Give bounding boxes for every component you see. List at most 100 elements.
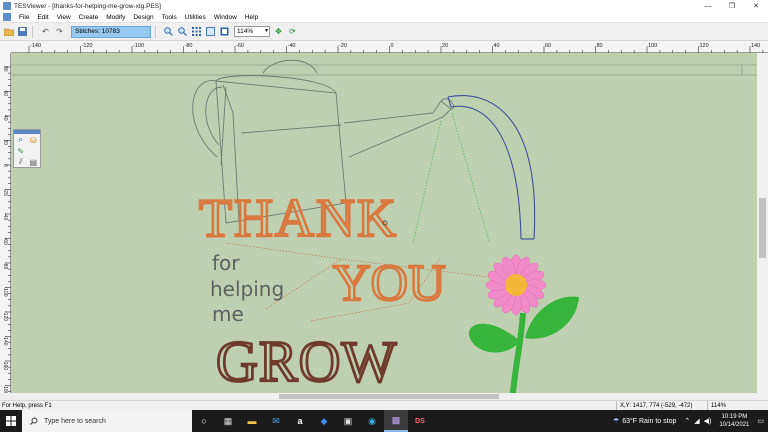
ruler-label: 140 bbox=[751, 43, 760, 49]
ruler-label: 40 bbox=[494, 43, 500, 49]
ruler-label: -120 bbox=[2, 311, 8, 321]
fit-window-icon[interactable] bbox=[205, 26, 216, 37]
weather-icon: ☂ bbox=[612, 418, 620, 425]
menu-utilities[interactable]: Utilities bbox=[181, 14, 210, 21]
ruler-label: -20 bbox=[339, 43, 347, 49]
ruler-label: -80 bbox=[185, 43, 193, 49]
magnify-icon[interactable]: ⌕ bbox=[15, 135, 27, 145]
calendar-icon[interactable]: ▣ bbox=[336, 410, 360, 432]
menu-design[interactable]: Design bbox=[129, 14, 157, 21]
jump-stitches-green bbox=[412, 112, 490, 244]
save-icon[interactable] bbox=[17, 26, 28, 37]
ruler-label: -180 bbox=[2, 385, 8, 394]
ruler-label: -100 bbox=[2, 287, 8, 297]
file-explorer-icon[interactable]: ▬ bbox=[240, 410, 264, 432]
notifications-icon[interactable]: ▭ bbox=[757, 417, 764, 425]
zoom-out-icon[interactable] bbox=[177, 26, 188, 37]
task-view-icon[interactable]: ○ bbox=[192, 410, 216, 432]
zoom-window-icon[interactable] bbox=[219, 26, 230, 37]
volume-icon[interactable]: ◀) bbox=[704, 417, 712, 425]
horizontal-ruler: -140 -120 -100 -80 -60 -40 -20 0 20 40 60 80 100 120 1… bbox=[11, 41, 768, 53]
close-button[interactable]: ✕ bbox=[744, 0, 768, 12]
density-icon[interactable]: ⫽ bbox=[15, 157, 27, 167]
menu-help[interactable]: Help bbox=[241, 14, 262, 21]
start-button[interactable] bbox=[0, 410, 22, 432]
maximize-button[interactable]: ❐ bbox=[720, 0, 744, 12]
pan-icon[interactable]: ✥ bbox=[273, 26, 284, 37]
ruler-label: 100 bbox=[648, 43, 657, 49]
ruler-label: -20 bbox=[2, 189, 8, 196]
ruler-label: -160 bbox=[2, 360, 8, 370]
mail-icon[interactable]: ✉ bbox=[264, 410, 288, 432]
search-icon bbox=[30, 417, 38, 425]
ruler-label: -100 bbox=[133, 43, 144, 49]
stitch-count-display: Stitches: 10783 bbox=[71, 25, 151, 38]
stitch-edit-icon[interactable]: ✎ bbox=[15, 146, 27, 156]
ruler-corner bbox=[0, 41, 11, 53]
menu-view[interactable]: View bbox=[53, 14, 75, 21]
title-bar: TESViewer - [thanks-for-helping-me-grow-… bbox=[0, 0, 768, 12]
weather-widget[interactable]: ☂ 63°F Rain to stop bbox=[612, 417, 676, 426]
menu-tools[interactable]: Tools bbox=[158, 14, 181, 21]
fill-icon[interactable]: ⛁ bbox=[28, 135, 40, 145]
menu-create[interactable]: Create bbox=[75, 14, 103, 21]
grid-icon[interactable] bbox=[191, 26, 202, 37]
menu-edit[interactable]: Edit bbox=[33, 14, 52, 21]
design-text-grow: GROW bbox=[216, 329, 397, 393]
redo-icon[interactable]: ↷ bbox=[54, 26, 65, 37]
main-toolbar: ↶ ↷ Stitches: 10783 114% ✥ ⟳ bbox=[0, 23, 768, 41]
design-text-you: YOU bbox=[333, 255, 446, 312]
horizontal-scroll-thumb[interactable] bbox=[279, 394, 499, 399]
open-folder-icon[interactable] bbox=[3, 26, 14, 37]
ruler-label: -140 bbox=[30, 43, 41, 49]
clock[interactable]: 10:19 PM 10/14/2021 bbox=[719, 413, 749, 429]
clock-date: 10/14/2021 bbox=[719, 422, 750, 428]
ruler-label: 120 bbox=[700, 43, 709, 49]
design-canvas[interactable]: THANK for helping me YOU GROW bbox=[11, 53, 757, 393]
ruler-label: -60 bbox=[236, 43, 244, 49]
document-icon[interactable] bbox=[3, 13, 11, 21]
menu-file[interactable]: File bbox=[15, 14, 33, 21]
dropbox-icon[interactable]: ◆ bbox=[312, 410, 336, 432]
taskbar: Type here to search ○ ▦ ▬ ✉ a ◆ ▣ ◉ ▩ DS… bbox=[0, 410, 768, 432]
ruler-label: 20 bbox=[442, 43, 448, 49]
design-software-icon[interactable]: DS bbox=[408, 410, 432, 432]
network-icon[interactable]: ◢ bbox=[694, 417, 699, 425]
window-title: TESViewer - [thanks-for-helping-me-grow-… bbox=[14, 2, 161, 10]
ruler-label: -60 bbox=[2, 238, 8, 245]
vertical-ruler: 80 60 40 20 0 -20 -40 -60 -80 -100 -120 -140 -160 -18… bbox=[0, 53, 11, 393]
app-icon bbox=[3, 2, 11, 10]
ruler-label: 60 bbox=[545, 43, 551, 49]
search-placeholder: Type here to search bbox=[44, 417, 106, 425]
vertical-scroll-thumb[interactable] bbox=[759, 198, 766, 258]
ruler-label: 20 bbox=[2, 140, 8, 146]
refresh-icon[interactable]: ⟳ bbox=[287, 26, 298, 37]
design-text-helping: helping bbox=[210, 277, 284, 301]
menu-window[interactable]: Window bbox=[210, 14, 241, 21]
menu-modify[interactable]: Modify bbox=[102, 14, 129, 21]
chevron-up-icon[interactable]: ⌃ bbox=[684, 417, 690, 425]
ruler-label: -140 bbox=[2, 336, 8, 346]
design-text-thank: THANK bbox=[199, 188, 398, 248]
vertical-scrollbar[interactable] bbox=[757, 53, 768, 393]
ruler-label: 0 bbox=[391, 43, 394, 49]
select-icon[interactable] bbox=[28, 146, 40, 156]
ruler-label: 0 bbox=[2, 164, 8, 167]
amazon-icon[interactable]: a bbox=[288, 410, 312, 432]
ruler-label: 80 bbox=[2, 66, 8, 72]
taskbar-search[interactable]: Type here to search bbox=[22, 410, 192, 432]
system-tray: ☂ 63°F Rain to stop ⌃ ◢ ◀) 10:19 PM 10/1… bbox=[613, 410, 768, 432]
zoom-in-icon[interactable] bbox=[163, 26, 174, 37]
ruler-label: 40 bbox=[2, 115, 8, 121]
zoom-select[interactable]: 114% bbox=[234, 26, 270, 37]
calculator-icon[interactable]: ▦ bbox=[216, 410, 240, 432]
ruler-label: 80 bbox=[597, 43, 603, 49]
edge-icon[interactable]: ◉ bbox=[360, 410, 384, 432]
tesviewer-app-icon[interactable]: ▩ bbox=[384, 410, 408, 432]
undo-icon[interactable]: ↶ bbox=[40, 26, 51, 37]
water-arc bbox=[447, 95, 536, 240]
minimize-button[interactable]: — bbox=[696, 0, 720, 12]
horizontal-scrollbar[interactable] bbox=[11, 393, 757, 400]
layers-icon[interactable]: ▤ bbox=[28, 157, 40, 167]
floating-tool-palette: ⌕ ⛁ ✎ ⫽ ▤ bbox=[13, 129, 41, 168]
